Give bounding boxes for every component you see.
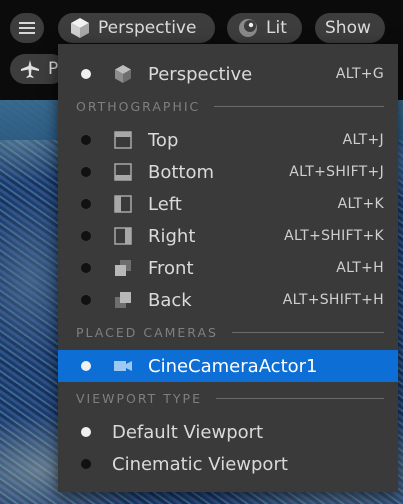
cube-icon — [71, 18, 89, 38]
view-top-icon — [114, 131, 132, 149]
menu-item-top[interactable]: Top ALT+J — [58, 124, 398, 156]
view-right-icon — [114, 227, 132, 245]
menu-item-cine-camera[interactable]: CineCameraActor1 — [58, 350, 398, 382]
menu-item-front[interactable]: Front ALT+H — [58, 252, 398, 284]
hamburger-icon — [19, 22, 35, 34]
menu-item-bottom[interactable]: Bottom ALT+SHIFT+J — [58, 156, 398, 188]
lit-sphere-icon — [239, 19, 257, 37]
section-header-placed-cameras: PLACED CAMERAS — [76, 324, 384, 340]
lighting-mode-dropdown[interactable]: Lit — [227, 13, 302, 43]
show-flags-dropdown[interactable]: Show — [315, 13, 385, 43]
menu-item-perspective[interactable]: Perspective ALT+G — [58, 58, 398, 90]
selected-indicator-dot — [81, 361, 91, 371]
viewport-options-button[interactable] — [10, 13, 44, 43]
view-front-icon — [115, 260, 131, 276]
selected-indicator-dot — [81, 69, 91, 79]
menu-item-label: Perspective — [148, 63, 253, 85]
airplane-icon — [21, 60, 39, 78]
cine-camera-icon — [114, 361, 132, 371]
menu-item-default-viewport[interactable]: Default Viewport — [58, 416, 398, 448]
section-header-viewport-type: VIEWPORT TYPE — [76, 390, 384, 406]
lighting-mode-label: Lit — [266, 18, 287, 38]
menu-item-back[interactable]: Back ALT+SHIFT+H — [58, 284, 398, 316]
pilot-label: P — [48, 59, 59, 79]
view-mode-menu: Perspective ALT+G ORTHOGRAPHIC Top ALT+J… — [58, 44, 398, 492]
view-mode-dropdown[interactable]: Perspective — [58, 13, 215, 43]
menu-item-right[interactable]: Right ALT+SHIFT+K — [58, 220, 398, 252]
selected-indicator-dot — [81, 427, 91, 437]
show-label: Show — [325, 18, 371, 38]
view-bottom-icon — [114, 163, 132, 181]
menu-item-shortcut: ALT+G — [335, 66, 384, 82]
view-back-icon — [115, 292, 131, 308]
menu-item-cinematic-viewport[interactable]: Cinematic Viewport — [58, 448, 398, 480]
cube-icon — [115, 65, 131, 83]
menu-item-left[interactable]: Left ALT+K — [58, 188, 398, 220]
view-mode-label: Perspective — [98, 18, 197, 38]
view-left-icon — [114, 195, 132, 213]
section-header-orthographic: ORTHOGRAPHIC — [76, 98, 384, 114]
